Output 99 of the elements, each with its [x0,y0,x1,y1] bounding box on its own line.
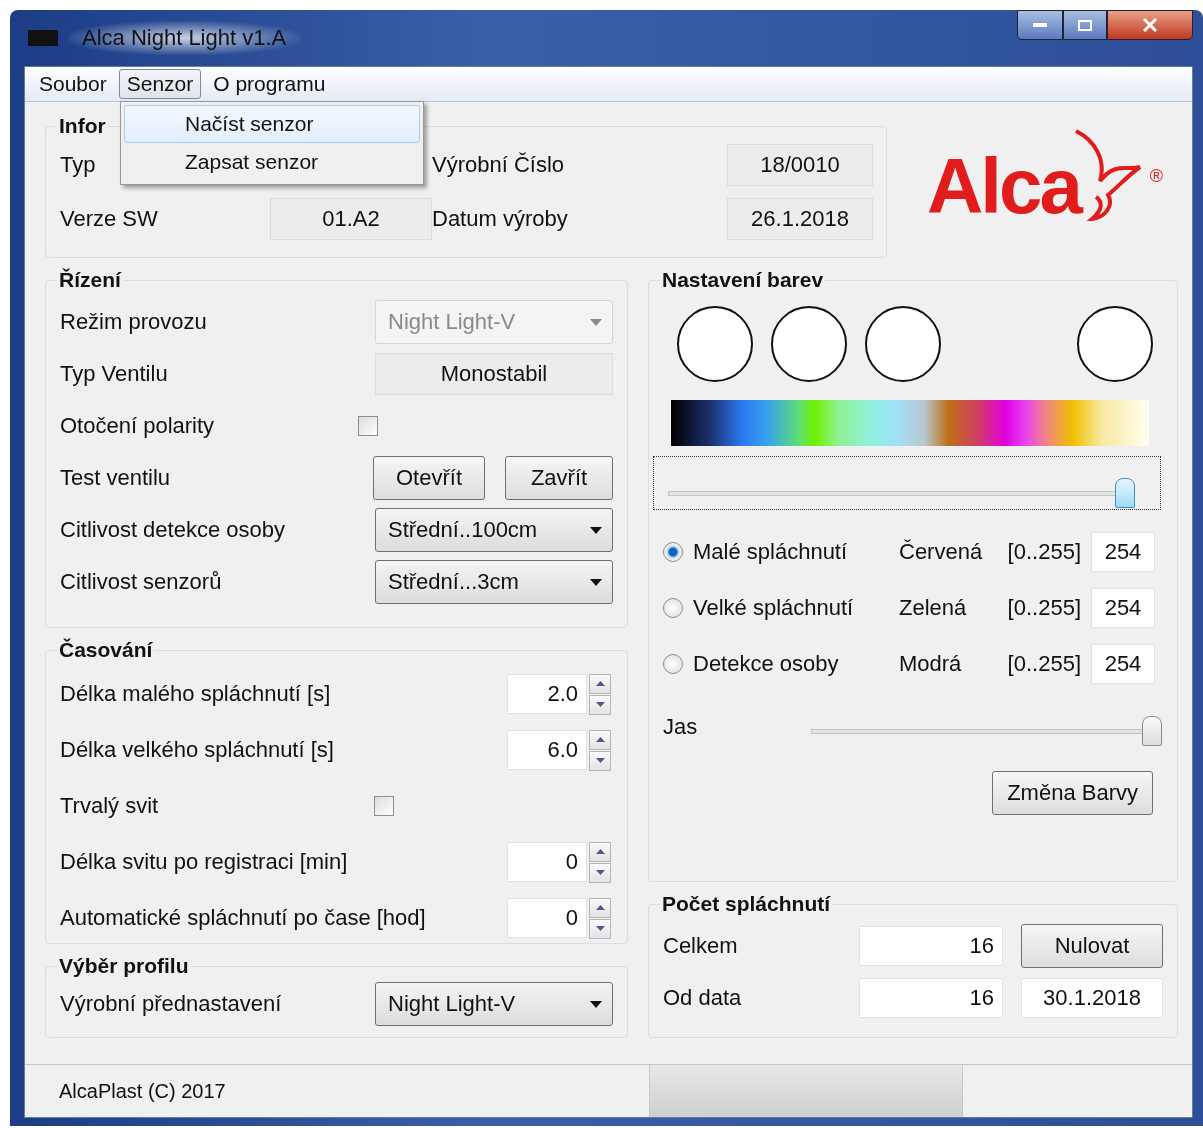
dropdown-arrow-icon [590,1000,602,1008]
number-field[interactable]: 6.0 [507,730,587,770]
range-label: [0..255] [1006,539,1081,565]
group-title: Řízení [58,268,123,292]
channel-value-field[interactable]: 254 [1091,532,1155,572]
value-field: 26.1.2018 [727,198,873,240]
spin-down-button[interactable] [589,862,611,883]
group-title: Infor [58,114,107,138]
field-label: Od data [663,985,742,1011]
field-label: Citlivost senzorů [60,569,222,595]
radio-label: Detekce osoby [693,651,839,677]
field-label: Celkem [663,933,738,959]
dropdown-select[interactable]: Night Light-V [375,982,613,1026]
status-text: AlcaPlast (C) 2017 [58,1079,227,1103]
menu-item[interactable]: Soubor [31,69,115,99]
field-label: Délka malého spláchnutí [s] [60,681,331,707]
slider-thumb[interactable] [1115,478,1135,508]
channel-value-field[interactable]: 254 [1091,588,1155,628]
maximize-icon [1078,19,1092,31]
spin-up-button[interactable] [589,729,611,750]
dropdown-arrow-icon [590,578,602,586]
menu-item[interactable]: O programu [205,69,334,99]
field-label: Citlivost detekce osoby [60,517,285,543]
checkbox[interactable] [358,416,379,436]
field-label: Výrobní Číslo [432,152,565,178]
spin-up-button[interactable] [589,841,611,862]
count-field: 16 [859,978,1003,1018]
up-arrow-icon [595,905,605,910]
date-field: 30.1.2018 [1021,978,1163,1018]
menu-entry[interactable]: Načíst senzor [124,105,420,143]
field-label: Otočení polarity [60,413,215,439]
range-label: [0..255] [1006,595,1081,621]
up-arrow-icon [595,849,605,854]
channel-value-field[interactable]: 254 [1091,644,1155,684]
up-arrow-icon [595,681,605,686]
registered-mark: ® [1149,165,1164,187]
field-label: Délka svitu po registraci [min] [60,849,348,875]
valve-test-button[interactable]: Zavřít [505,456,613,500]
valve-type-field: Monostabil [375,353,613,395]
spin-up-button[interactable] [589,673,611,694]
down-arrow-icon [595,758,605,763]
field-label: Datum výroby [432,206,568,232]
radio-label: Malé spláchnutí [693,539,848,565]
down-arrow-icon [595,702,605,707]
down-arrow-icon [595,926,605,931]
group-title: Časování [58,638,154,662]
field-label: Typ Ventilu [60,361,168,387]
dropdown-arrow-icon [590,526,602,534]
close-icon [1143,18,1157,32]
valve-test-button[interactable]: Otevřít [373,456,485,500]
dropdown-select[interactable]: Střední..100cm [375,508,613,552]
menu-item[interactable]: Senzor [118,69,202,99]
down-arrow-icon [595,870,605,875]
spin-up-button[interactable] [589,897,611,918]
channel-label: Červená [899,539,984,565]
number-field[interactable]: 0 [507,898,587,938]
dropdown-arrow-icon [590,318,602,326]
change-color-button[interactable]: Změna Barvy [992,771,1153,815]
maximize-button[interactable] [1063,10,1107,40]
minimize-button[interactable] [1017,10,1063,40]
channel-label: Modrá [899,651,963,677]
minimize-icon [1033,23,1047,27]
dropdown-select[interactable]: Střední...3cm [375,560,613,604]
range-label: [0..255] [1006,651,1081,677]
reset-button[interactable]: Nulovat [1021,924,1163,968]
value-field: 18/0010 [727,144,873,186]
field-label: Délka velkého spláchnutí [s] [60,737,334,763]
group-title: Počet spláchnutí [661,892,832,916]
window-title: Alca Night Light v1.A [68,21,301,55]
close-button[interactable] [1107,10,1193,40]
spin-down-button[interactable] [589,750,611,771]
app-icon [28,30,58,46]
count-field: 16 [859,926,1003,966]
menu-entry[interactable]: Zapsat senzor [124,143,420,181]
field-label: Automatické spláchnutí po čase [hod] [60,905,426,931]
up-arrow-icon [595,737,605,742]
checkbox[interactable] [374,796,395,816]
field-label: Výrobní přednastavení [60,991,282,1017]
field-label: Režim provozu [60,309,207,335]
radio-button[interactable] [663,654,683,674]
brightness-label: Jas [663,714,699,740]
hue-slider[interactable] [653,456,1161,510]
radio-button[interactable] [663,542,683,562]
channel-label: Zelená [899,595,968,621]
number-field[interactable]: 2.0 [507,674,587,714]
field-label: Verze SW [60,206,158,232]
field-label: Test ventilu [60,465,171,491]
group-title: Výběr profilu [58,954,190,978]
logo-text: Alca [927,140,1080,232]
radio-button[interactable] [663,598,683,618]
number-field[interactable]: 0 [507,842,587,882]
radio-label: Velké spláchnutí [693,595,854,621]
field-label: Trvalý svit [60,793,159,819]
group-title: Nastavení barev [661,268,825,292]
value-field: 01.A2 [270,198,432,240]
spin-down-button[interactable] [589,694,611,715]
field-label: Typ [60,152,96,178]
spin-down-button[interactable] [589,918,611,939]
slider-thumb[interactable] [1142,716,1162,746]
